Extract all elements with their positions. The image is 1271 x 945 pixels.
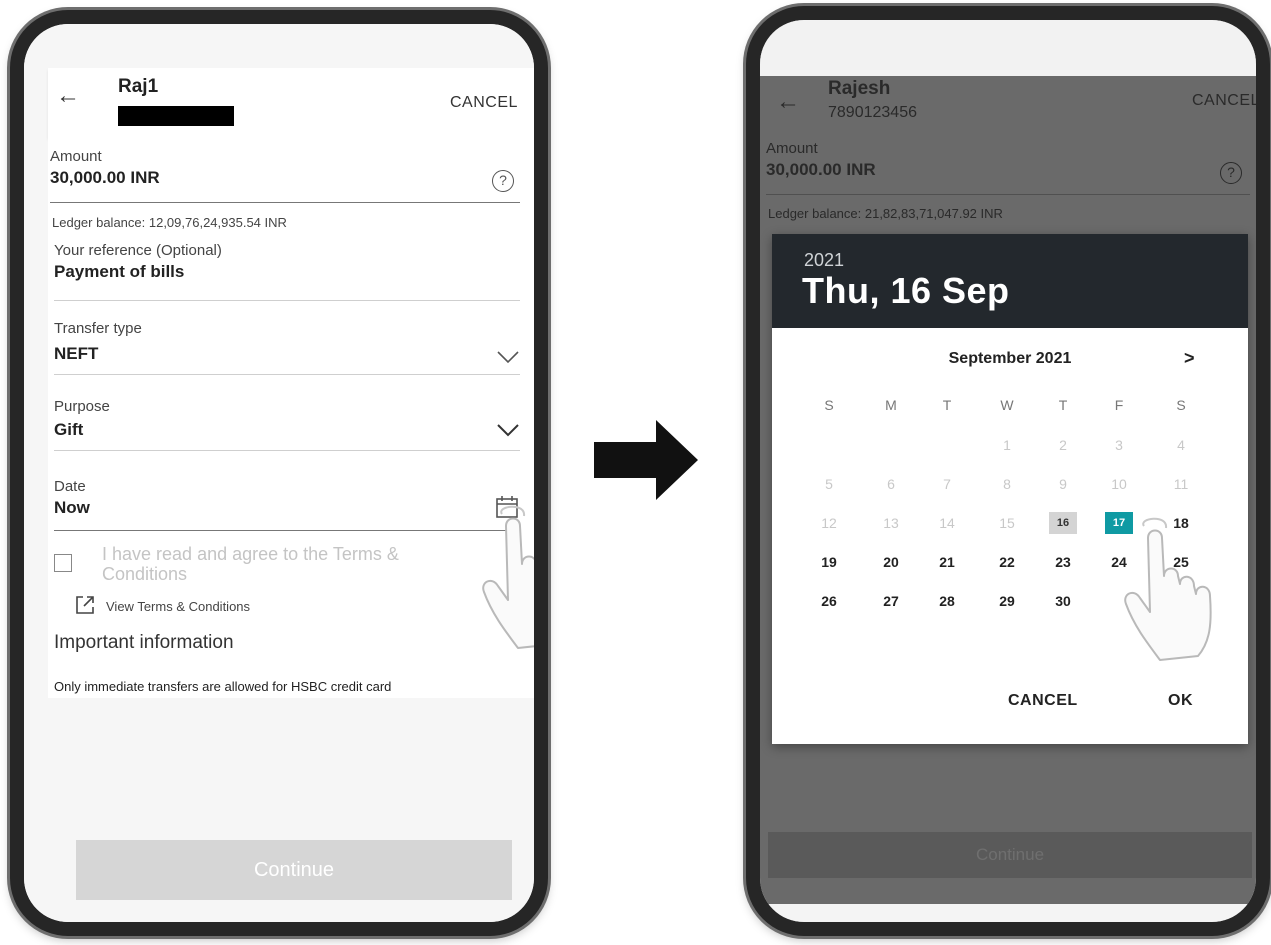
day-cell: 6 bbox=[887, 476, 895, 492]
reference-input[interactable]: Payment of bills bbox=[54, 262, 184, 282]
reference-label: Your reference (Optional) bbox=[54, 242, 222, 259]
day-cell[interactable]: 26 bbox=[812, 590, 846, 612]
weekday-label: S bbox=[824, 397, 834, 413]
day-cell[interactable]: 27 bbox=[874, 590, 908, 612]
transfer-type-underline bbox=[54, 374, 520, 375]
day-cell: 15 bbox=[999, 515, 1015, 531]
continue-button[interactable]: Continue bbox=[768, 832, 1252, 878]
date-underline bbox=[54, 530, 520, 531]
day-cell[interactable]: 21 bbox=[930, 551, 964, 573]
redacted-account-number bbox=[118, 106, 234, 126]
date-input[interactable]: Now bbox=[54, 498, 90, 518]
arrow-left-icon[interactable]: ← bbox=[56, 82, 80, 110]
phone-frame-right: ← Rajesh 7890123456 CANCEL Amount 30,000… bbox=[746, 6, 1270, 936]
important-info-title: Important information bbox=[54, 632, 234, 653]
day-cell: 1 bbox=[1003, 437, 1011, 453]
day-cell[interactable]: 30 bbox=[1046, 590, 1080, 612]
important-info-text: Only immediate transfers are allowed for… bbox=[54, 679, 392, 694]
day-cell: 5 bbox=[825, 476, 833, 492]
day-cell[interactable]: 28 bbox=[930, 590, 964, 612]
transfer-type-select[interactable]: NEFT bbox=[54, 344, 98, 364]
day-cell[interactable]: 23 bbox=[1046, 551, 1080, 573]
selected-year[interactable]: 2021 bbox=[804, 250, 844, 271]
purpose-label: Purpose bbox=[54, 398, 110, 415]
terms-text-line1: I have read and agree to the Terms & bbox=[102, 544, 399, 564]
bottom-area bbox=[760, 904, 1256, 922]
selected-date: Thu, 16 Sep bbox=[802, 270, 1010, 311]
external-link-icon[interactable] bbox=[74, 594, 96, 616]
transfer-form: Amount 30,000.00 INR ? Ledger balance: 1… bbox=[48, 138, 534, 698]
day-cell: 2 bbox=[1059, 437, 1067, 453]
chevron-down-icon[interactable] bbox=[496, 423, 520, 437]
app-bar: ← Raj1 CANCEL bbox=[48, 68, 534, 138]
day-cell: 14 bbox=[939, 515, 955, 531]
contact-name: Rajesh bbox=[828, 78, 891, 99]
view-terms-link[interactable]: View Terms & Conditions bbox=[106, 599, 250, 614]
question-circle-icon[interactable]: ? bbox=[1220, 162, 1242, 184]
status-area bbox=[760, 20, 1256, 76]
dialog-cancel-button[interactable]: CANCEL bbox=[1008, 692, 1078, 710]
question-circle-icon[interactable]: ? bbox=[492, 170, 514, 192]
day-cell[interactable]: 29 bbox=[990, 590, 1024, 612]
amount-input[interactable]: 30,000.00 INR bbox=[50, 168, 160, 188]
purpose-underline bbox=[54, 450, 520, 451]
chevron-right-icon[interactable]: > bbox=[1184, 348, 1195, 369]
terms-text-line2: Conditions bbox=[102, 564, 188, 584]
day-cell[interactable]: 22 bbox=[990, 551, 1024, 573]
terms-checkbox[interactable] bbox=[54, 554, 72, 572]
ledger-balance: Ledger balance: 12,09,76,24,935.54 INR bbox=[52, 215, 287, 230]
contact-number: 7890123456 bbox=[828, 104, 917, 121]
day-cell: 13 bbox=[883, 515, 899, 531]
dialog-ok-button[interactable]: OK bbox=[1168, 692, 1193, 710]
contact-name: Raj1 bbox=[118, 76, 159, 97]
amount-underline bbox=[766, 194, 1250, 195]
day-cell: 9 bbox=[1059, 476, 1067, 492]
arrow-left-icon[interactable]: ← bbox=[776, 88, 800, 116]
day-cell: 10 bbox=[1111, 476, 1127, 492]
cancel-button[interactable]: CANCEL bbox=[1192, 92, 1256, 110]
phone-frame-left: ← Raj1 CANCEL Amount 30,000.00 INR ? Led… bbox=[10, 10, 548, 936]
right-arrow-icon bbox=[594, 420, 698, 500]
date-picker-header: 2021 Thu, 16 Sep bbox=[772, 234, 1248, 328]
day-cell: 3 bbox=[1115, 437, 1123, 453]
weekday-label: F bbox=[1114, 397, 1124, 413]
amount-underline bbox=[50, 202, 520, 203]
purpose-select[interactable]: Gift bbox=[54, 420, 83, 440]
pointing-hand-icon bbox=[482, 505, 534, 649]
day-cell: 4 bbox=[1177, 437, 1185, 453]
day-cell: 12 bbox=[821, 515, 837, 531]
chevron-down-icon[interactable] bbox=[496, 350, 520, 364]
date-label: Date bbox=[54, 478, 86, 495]
weekday-label: W bbox=[1000, 397, 1014, 413]
transfer-form-screen: ← Raj1 CANCEL Amount 30,000.00 INR ? Led… bbox=[24, 24, 534, 922]
amount-label: Amount bbox=[50, 148, 102, 165]
pointing-hand-icon bbox=[1124, 517, 1212, 661]
day-cell: 8 bbox=[1003, 476, 1011, 492]
weekday-label: M bbox=[885, 397, 897, 413]
date-picker-dialog: 2021 Thu, 16 Sep September 2021 > SMTWTF… bbox=[772, 234, 1248, 744]
amount-input[interactable]: 30,000.00 INR bbox=[766, 160, 876, 180]
amount-label: Amount bbox=[766, 140, 818, 157]
day-cell-today[interactable]: 16 bbox=[1049, 512, 1077, 534]
day-cell[interactable]: 19 bbox=[812, 551, 846, 573]
day-cell[interactable]: 20 bbox=[874, 551, 908, 573]
ledger-balance: Ledger balance: 21,82,83,71,047.92 INR bbox=[768, 206, 1003, 221]
weekday-label: T bbox=[1058, 397, 1068, 413]
day-cell: 7 bbox=[943, 476, 951, 492]
month-title: September 2021 bbox=[948, 350, 1072, 367]
weekday-label: T bbox=[942, 397, 952, 413]
day-cell: 11 bbox=[1173, 476, 1189, 492]
continue-button[interactable]: Continue bbox=[76, 840, 512, 900]
cancel-button[interactable]: CANCEL bbox=[450, 94, 518, 112]
transfer-type-label: Transfer type bbox=[54, 320, 142, 337]
weekday-label: S bbox=[1176, 397, 1186, 413]
reference-underline bbox=[54, 300, 520, 301]
date-picker-screen: ← Rajesh 7890123456 CANCEL Amount 30,000… bbox=[760, 20, 1256, 922]
